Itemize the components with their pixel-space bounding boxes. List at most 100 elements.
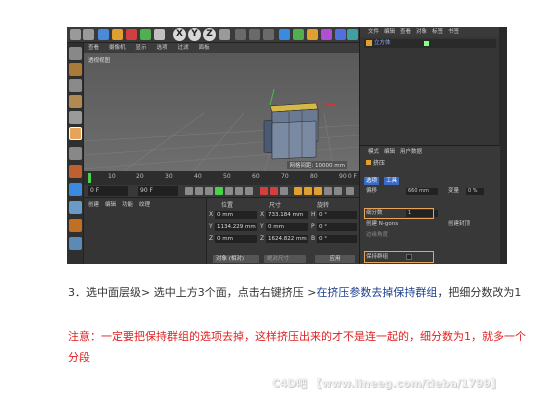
workplane-icon[interactable] xyxy=(69,201,82,214)
make-editable-icon[interactable] xyxy=(69,47,82,60)
coord-mode-select[interactable]: 对象 (相对) xyxy=(213,255,259,263)
timeline-tick: 30 xyxy=(165,173,173,180)
next-key-icon[interactable] xyxy=(235,187,243,195)
viewport-menu-display[interactable]: 显示 xyxy=(136,45,147,51)
move-icon[interactable] xyxy=(112,29,123,40)
render-picture-icon[interactable] xyxy=(249,29,260,40)
viewport-menu-camera[interactable]: 摄像机 xyxy=(109,45,126,51)
scene-icon[interactable] xyxy=(347,29,358,40)
select-icon[interactable] xyxy=(98,29,109,40)
om-menu-bookmarks[interactable]: 书签 xyxy=(448,29,459,35)
object-name[interactable]: 立方体 xyxy=(374,39,391,48)
rot-b-field[interactable]: 0 ° xyxy=(317,235,357,243)
redo-icon[interactable] xyxy=(83,29,94,40)
undo-icon[interactable] xyxy=(70,29,81,40)
timeline-ruler[interactable]: 10 20 30 40 50 60 70 80 90 0 F xyxy=(84,171,359,185)
keyframe-selection-icon[interactable] xyxy=(280,187,288,195)
om-menu-tags[interactable]: 标签 xyxy=(432,29,443,35)
perspective-viewport[interactable]: 透视视图 网格间距: 10000 mm xyxy=(84,53,359,171)
pos-x-field[interactable]: 0 mm xyxy=(215,211,257,219)
om-menu-view[interactable]: 查看 xyxy=(400,29,411,35)
key-position-icon[interactable] xyxy=(294,187,302,195)
apply-button[interactable]: 应用 xyxy=(315,255,355,263)
pos-y-field[interactable]: 1134.229 mm xyxy=(215,223,257,231)
ngons-label: 创建 N-gons xyxy=(366,221,399,227)
cap-label: 创建封顶 xyxy=(448,221,471,227)
om-menu-edit[interactable]: 编辑 xyxy=(384,29,395,35)
size-y-field[interactable]: 0 mm xyxy=(266,223,308,231)
scale-icon[interactable] xyxy=(126,29,137,40)
play-icon[interactable] xyxy=(215,187,223,195)
x-axis-button[interactable]: X xyxy=(173,28,186,41)
variance-field[interactable]: 0 % xyxy=(466,188,484,195)
texture-mode-icon[interactable] xyxy=(69,63,82,76)
side-tab-strip[interactable] xyxy=(499,27,507,264)
viewport-menu-panel[interactable]: 面板 xyxy=(199,45,210,51)
model-mode-icon[interactable] xyxy=(69,79,82,92)
key-rotation-icon[interactable] xyxy=(314,187,322,195)
axis-mode-icon[interactable] xyxy=(69,147,82,160)
viewport-menu-view[interactable]: 查看 xyxy=(88,45,99,51)
size-z-field[interactable]: 1624.822 mm xyxy=(266,235,308,243)
render-settings-icon[interactable] xyxy=(263,29,274,40)
viewport-menu-options[interactable]: 选项 xyxy=(157,45,168,51)
prev-frame-icon[interactable] xyxy=(205,187,213,195)
attr-menu-userdata[interactable]: 用户数据 xyxy=(400,149,422,155)
recent-tool-icon[interactable] xyxy=(154,29,165,40)
tab-tool[interactable]: 工具 xyxy=(384,177,400,185)
locked-workplane-icon[interactable] xyxy=(69,219,82,232)
autokey-icon[interactable] xyxy=(270,187,278,195)
coordinate-system-icon[interactable] xyxy=(219,29,230,40)
subdivision-icon[interactable] xyxy=(307,29,318,40)
record-icon[interactable] xyxy=(260,187,268,195)
rot-h-field[interactable]: 0 ° xyxy=(317,211,357,219)
visibility-dot-icon[interactable] xyxy=(424,41,429,46)
key-pla-icon[interactable] xyxy=(334,187,342,195)
rotate-icon[interactable] xyxy=(140,29,151,40)
go-end-icon[interactable] xyxy=(245,187,253,195)
key-param-icon[interactable] xyxy=(324,187,332,195)
y-axis-button[interactable]: Y xyxy=(188,28,201,41)
right-panels: 文件 编辑 查看 对象 标签 书签 立方体 模式 编辑 用户数据 挤压 选项 工具 偏移 66… xyxy=(359,27,507,264)
next-frame-icon[interactable] xyxy=(225,187,233,195)
tweak-icon[interactable] xyxy=(69,165,82,178)
attr-menu-edit[interactable]: 编辑 xyxy=(384,149,395,155)
size-x-field[interactable]: 733.184 mm xyxy=(266,211,308,219)
material-menu-create[interactable]: 创建 xyxy=(88,202,99,208)
material-menu-function[interactable]: 功能 xyxy=(122,202,133,208)
viewport-menu-filter[interactable]: 过滤 xyxy=(178,45,189,51)
edge-angle-row: 边缘角度 xyxy=(366,231,496,240)
snap-icon[interactable] xyxy=(69,183,82,196)
pos-z-field[interactable]: 0 mm xyxy=(215,235,257,243)
playhead[interactable] xyxy=(88,173,91,183)
key-scale-icon[interactable] xyxy=(304,187,312,195)
attr-menu-mode[interactable]: 模式 xyxy=(368,149,379,155)
om-menu-file[interactable]: 文件 xyxy=(368,29,379,35)
tab-options[interactable]: 选项 xyxy=(364,177,380,185)
pen-icon[interactable] xyxy=(293,29,304,40)
offset-field[interactable]: 660 mm xyxy=(406,188,438,195)
array-icon[interactable] xyxy=(321,29,332,40)
edges-mode-icon[interactable] xyxy=(69,111,82,124)
timeline-menu-icon[interactable] xyxy=(346,187,354,195)
go-start-icon[interactable] xyxy=(185,187,193,195)
cube-icon[interactable] xyxy=(279,29,290,40)
z-axis-button[interactable]: Z xyxy=(203,28,216,41)
attributes-panel: 模式 编辑 用户数据 挤压 选项 工具 偏移 660 mm 变量 0 % 细分数 1… xyxy=(360,145,500,264)
material-menu-edit[interactable]: 编辑 xyxy=(105,202,116,208)
size-mode-select[interactable]: 绝对尺寸 xyxy=(264,255,306,263)
start-frame-field[interactable]: 0 F xyxy=(88,186,128,196)
points-mode-icon[interactable] xyxy=(69,95,82,108)
end-frame-field[interactable]: 90 F xyxy=(138,186,178,196)
grid-icon[interactable] xyxy=(69,237,82,250)
rot-p-field[interactable]: 0 ° xyxy=(317,223,357,231)
coord-row-y: Y 1134.229 mm Y 0 mm P 0 ° xyxy=(209,223,359,232)
om-menu-objects[interactable]: 对象 xyxy=(416,29,427,35)
polygons-mode-icon[interactable] xyxy=(69,127,82,140)
render-view-icon[interactable] xyxy=(235,29,246,40)
deformer-icon[interactable] xyxy=(335,29,346,40)
prev-key-icon[interactable] xyxy=(195,187,203,195)
material-menu-texture[interactable]: 纹理 xyxy=(139,202,150,208)
step-highlight-text: 在挤压参数去掉保持群组 xyxy=(316,286,438,299)
object-row-cube[interactable]: 立方体 xyxy=(364,39,496,48)
